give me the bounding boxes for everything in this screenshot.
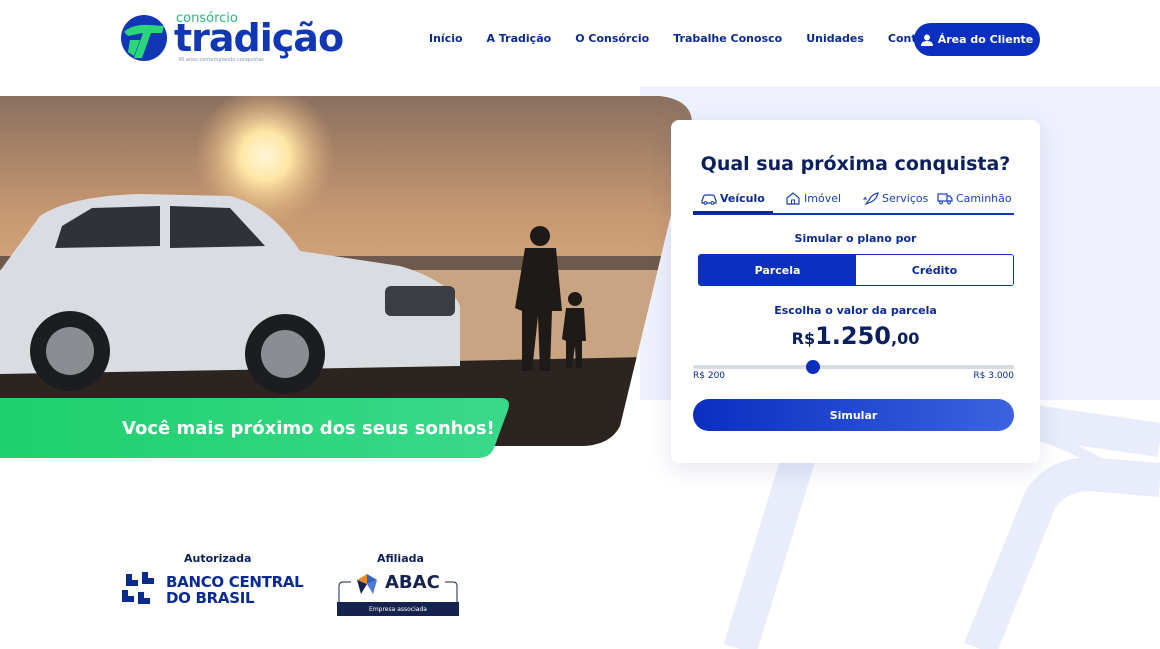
value-integer: 1.250 xyxy=(815,322,892,350)
client-area-button[interactable]: Área do Cliente xyxy=(914,23,1040,56)
slider-min-label: R$ 200 xyxy=(693,371,726,381)
value-slider[interactable] xyxy=(693,360,1014,374)
value-decimal: ,00 xyxy=(891,329,920,348)
value-label: Escolha o valor da parcela xyxy=(774,304,937,317)
truck-icon xyxy=(937,193,953,205)
slider-max-label: R$ 3.000 xyxy=(973,371,1014,381)
option-parcela[interactable]: Parcela xyxy=(699,255,856,285)
tab-label: Veículo xyxy=(720,192,765,205)
client-area-label: Área do Cliente xyxy=(937,33,1034,46)
tab-imovel[interactable]: Imóvel xyxy=(785,192,841,205)
banco-central-text: BANCO CENTRAL DO BRASIL xyxy=(166,573,304,607)
logo-mark-icon xyxy=(121,15,167,61)
slider-track[interactable] xyxy=(693,365,1014,369)
tab-caminhao[interactable]: Caminhão xyxy=(937,192,1012,205)
hero-image xyxy=(0,96,692,446)
bcb-line-2: DO BRASIL xyxy=(166,589,255,607)
plan-type-label: Simular o plano por xyxy=(794,232,917,245)
abac-subtitle: Empresa associada xyxy=(337,602,459,616)
nav-item-a-tradicao[interactable]: A Tradição xyxy=(487,32,552,45)
plan-type-toggle: Parcela Crédito xyxy=(698,254,1014,286)
brand-logo[interactable]: consórcio tradição 30 anos contemplando … xyxy=(120,10,344,68)
selected-value: R$1.250,00 xyxy=(671,322,1040,350)
tab-veiculo[interactable]: Veículo xyxy=(701,192,765,205)
nav-item-inicio[interactable]: Início xyxy=(429,32,463,45)
logo-wordmark: tradição xyxy=(174,16,344,60)
banco-central-logo: BANCO CENTRAL DO BRASIL xyxy=(120,570,320,612)
house-icon xyxy=(786,192,800,205)
car-icon xyxy=(701,194,717,205)
hero-banner-text: Você mais próximo dos seus sonhos! xyxy=(122,418,495,439)
rocket-icon xyxy=(863,192,879,205)
tab-label: Serviços xyxy=(882,192,929,205)
active-tab-indicator xyxy=(693,211,773,214)
simulate-button[interactable]: Simular xyxy=(693,399,1014,431)
tab-label: Caminhão xyxy=(956,192,1012,205)
nav-item-unidades[interactable]: Unidades xyxy=(806,32,864,45)
logo-tagline: 30 anos contemplando conquistas xyxy=(178,57,264,63)
user-icon xyxy=(920,34,933,46)
banco-central-mark-icon xyxy=(122,572,154,604)
main-nav: Início A Tradição O Consórcio Trabalhe C… xyxy=(429,32,961,45)
affiliated-label: Afiliada xyxy=(377,552,424,565)
slider-thumb[interactable] xyxy=(806,360,821,374)
option-credito[interactable]: Crédito xyxy=(856,255,1013,285)
nav-item-trabalhe-conosco[interactable]: Trabalhe Conosco xyxy=(673,32,782,45)
bcb-line-1: BANCO CENTRAL xyxy=(166,573,304,591)
authorized-label: Autorizada xyxy=(184,552,252,565)
abac-logo: ABAC Empresa associada xyxy=(337,568,459,616)
tab-servicos[interactable]: Serviços xyxy=(863,192,928,205)
value-currency: R$ xyxy=(791,329,816,348)
nav-item-o-consorcio[interactable]: O Consórcio xyxy=(575,32,649,45)
tab-label: Imóvel xyxy=(804,192,842,205)
simulator-card: Qual sua próxima conquista? Veículo Imóv… xyxy=(671,120,1040,463)
category-tabs: Veículo Imóvel Serviços Caminhão xyxy=(693,190,1014,215)
simulator-title: Qual sua próxima conquista? xyxy=(700,153,1011,175)
abac-name: ABAC xyxy=(385,572,440,593)
